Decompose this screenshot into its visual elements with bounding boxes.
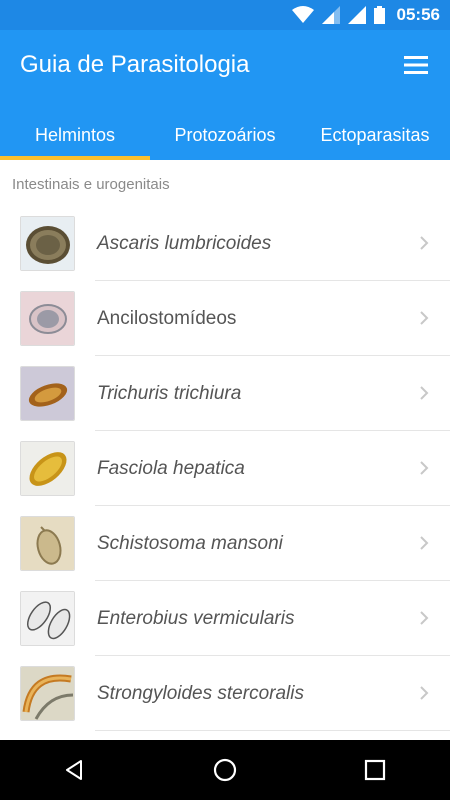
list-item[interactable]: Ascaris lumbricoides (0, 206, 450, 281)
list-item[interactable]: Fasciola hepatica (0, 431, 450, 506)
list-item[interactable]: Schistosoma mansoni (0, 506, 450, 581)
parasite-list: Ascaris lumbricoides Ancilostomídeos Tri… (0, 206, 450, 731)
section-header: Intestinais e urogenitais (12, 176, 170, 193)
chevron-right-icon (420, 236, 429, 250)
list-item-label: Trichuris trichiura (97, 383, 242, 404)
signal-icon (347, 6, 366, 24)
list-item[interactable]: Trichuris trichiura (0, 356, 450, 431)
status-time: 05:56 (396, 5, 440, 24)
parasite-thumbnail (20, 291, 75, 346)
tab-helmintos[interactable]: Helmintos (0, 110, 150, 160)
parasite-thumbnail (20, 516, 75, 571)
home-icon[interactable] (205, 750, 245, 790)
recents-icon[interactable] (355, 750, 395, 790)
chevron-right-icon (420, 461, 429, 475)
app-bar: Guia de Parasitologia Helmintos Protozoá… (0, 30, 450, 160)
list-item-label: Schistosoma mansoni (97, 533, 283, 554)
hamburger-menu-icon[interactable] (402, 54, 430, 76)
battery-icon (373, 6, 385, 24)
system-nav-bar (0, 740, 450, 800)
list-item-label: Strongyloides stercoralis (97, 683, 304, 704)
list-item[interactable]: Ancilostomídeos (0, 281, 450, 356)
parasite-thumbnail (20, 441, 75, 496)
chevron-right-icon (420, 311, 429, 325)
app-title: Guia de Parasitologia (20, 51, 250, 78)
back-icon[interactable] (55, 750, 95, 790)
parasite-thumbnail (20, 666, 75, 721)
signal-icon (321, 6, 340, 24)
list-item[interactable]: Enterobius vermicularis (0, 581, 450, 656)
parasite-thumbnail (20, 591, 75, 646)
list-item-label: Enterobius vermicularis (97, 608, 295, 629)
wifi-icon (291, 6, 314, 23)
chevron-right-icon (420, 536, 429, 550)
status-bar: 05:56 (0, 0, 450, 30)
tab-bar: Helmintos Protozoários Ectoparasitas (0, 110, 450, 160)
parasite-thumbnail (20, 366, 75, 421)
tab-ectoparasitas[interactable]: Ectoparasitas (300, 110, 450, 160)
list-item-label: Ancilostomídeos (97, 308, 237, 329)
chevron-right-icon (420, 386, 429, 400)
tab-protozoarios[interactable]: Protozoários (150, 110, 300, 160)
parasite-thumbnail (20, 216, 75, 271)
list-item[interactable]: Strongyloides stercoralis (0, 656, 450, 731)
list-item-label: Fasciola hepatica (97, 458, 245, 479)
chevron-right-icon (420, 686, 429, 700)
chevron-right-icon (420, 611, 429, 625)
divider (95, 730, 450, 731)
list-item-label: Ascaris lumbricoides (97, 233, 272, 254)
